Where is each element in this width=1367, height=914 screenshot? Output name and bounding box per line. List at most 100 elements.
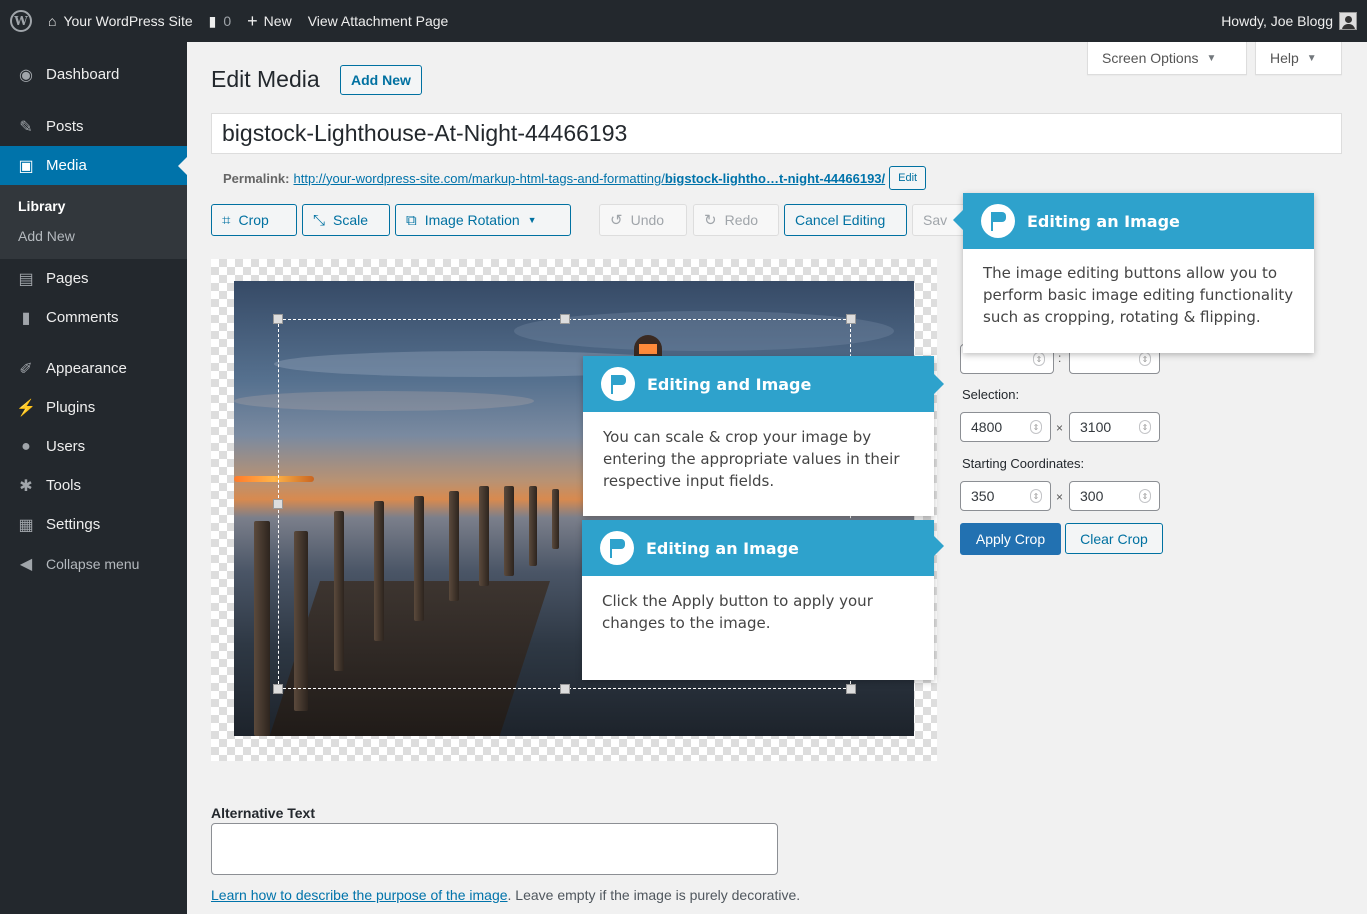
sidebar-item-label: Media <box>46 157 87 174</box>
pier-post <box>254 521 270 736</box>
redo-icon: ↻ <box>704 212 717 229</box>
alt-text-help: Learn how to describe the purpose of the… <box>211 887 800 903</box>
crop-handle[interactable] <box>273 684 283 694</box>
aspect-separator: : <box>1058 351 1062 365</box>
starting-coordinates-label: Starting Coordinates: <box>962 456 1085 471</box>
alt-text-help-link[interactable]: Learn how to describe the purpose of the… <box>211 887 508 903</box>
sidebar-item-label: Posts <box>46 118 84 135</box>
tour-pointer-editing-buttons: Editing an Image The image editing butto… <box>953 193 1314 353</box>
sidebar-item-tools[interactable]: ✱ Tools <box>0 466 187 505</box>
comments-link[interactable]: ▮ 0 <box>201 0 240 42</box>
crop-handle[interactable] <box>273 499 283 509</box>
pointer-arrow <box>953 210 963 230</box>
apply-crop-button[interactable]: Apply Crop <box>960 523 1061 555</box>
home-icon: ⌂ <box>48 13 57 29</box>
crop-handle[interactable] <box>846 314 856 324</box>
selection-width-input[interactable]: 4800 ⇕ <box>960 412 1051 442</box>
page-title: Edit Media <box>211 66 320 92</box>
pointer-title: Editing an Image <box>646 538 799 558</box>
comment-bubble-icon: ▮ <box>208 12 217 29</box>
pointer-arrow <box>934 536 944 556</box>
coordinate-y-input[interactable]: 300 ⇕ <box>1069 481 1160 511</box>
sidebar-item-posts[interactable]: ✎ Posts <box>0 107 187 146</box>
submenu-item-add-new[interactable]: Add New <box>0 221 187 251</box>
wrench-icon: ✱ <box>19 477 33 495</box>
spinner-icon: ⇕ <box>1139 352 1151 366</box>
help-button[interactable]: Help ▼ <box>1255 42 1342 75</box>
sidebar-item-label: Pages <box>46 270 89 287</box>
alt-text-input[interactable] <box>211 823 778 875</box>
coordinate-x-input[interactable]: 350 ⇕ <box>960 481 1051 511</box>
sidebar-item-comments[interactable]: ▮ Comments <box>0 298 187 337</box>
permalink-link[interactable]: http://your-wordpress-site.com/markup-ht… <box>293 171 885 186</box>
pointer-body: Click the Apply button to apply your cha… <box>602 592 873 632</box>
crop-handle[interactable] <box>846 684 856 694</box>
sidebar-item-media[interactable]: ▣ Media <box>0 146 187 185</box>
sidebar-item-label: Plugins <box>46 399 96 416</box>
pointer-title: Editing an Image <box>1027 211 1180 231</box>
permalink-row: Permalink: http://your-wordpress-site.co… <box>223 166 927 190</box>
add-new-button[interactable]: Add New <box>340 65 422 95</box>
main-content: Screen Options ▼ Help ▼ Edit Media Add N… <box>187 42 1367 914</box>
coordinate-y-value: 300 <box>1080 488 1104 504</box>
sidebar-item-label: Comments <box>46 309 119 326</box>
plus-icon: + <box>247 10 258 31</box>
sidebar-item-plugins[interactable]: ⚡ Plugins <box>0 388 187 427</box>
media-icon: ▣ <box>18 157 34 175</box>
sidebar-item-dashboard[interactable]: ◉ Dashboard <box>0 55 187 94</box>
howdy-label: Howdy, Joe Blogg <box>1221 13 1333 29</box>
collapse-menu-button[interactable]: ◀ Collapse menu <box>0 544 187 583</box>
crop-icon: ⌗ <box>222 211 231 229</box>
selection-height-value: 3100 <box>1080 419 1112 435</box>
crop-handle[interactable] <box>560 684 570 694</box>
site-name-label: Your WordPress Site <box>63 13 193 29</box>
image-rotation-button[interactable]: ⧉ Image Rotation ▼ <box>395 204 571 236</box>
cancel-editing-button[interactable]: Cancel Editing <box>784 204 907 236</box>
comments-count: 0 <box>223 13 232 29</box>
new-content-menu[interactable]: + New <box>239 0 300 42</box>
wordpress-logo-menu[interactable]: W <box>0 0 40 42</box>
title-input[interactable]: bigstock-Lighthouse-At-Night-44466193 <box>211 113 1342 154</box>
screen-options-button[interactable]: Screen Options ▼ <box>1087 42 1247 75</box>
sidebar-item-settings[interactable]: ▦ Settings <box>0 505 187 544</box>
times-separator: × <box>1056 421 1064 435</box>
comment-icon: ▮ <box>21 309 31 327</box>
scale-button[interactable]: ⤡ Scale <box>302 204 390 236</box>
clear-crop-button[interactable]: Clear Crop <box>1065 523 1163 554</box>
scale-label: Scale <box>333 212 369 228</box>
view-attachment-link[interactable]: View Attachment Page <box>300 0 457 42</box>
sidebar-item-label: Dashboard <box>46 66 120 83</box>
help-label: Help <box>1270 50 1299 66</box>
sidebar-item-users[interactable]: ● Users <box>0 427 187 466</box>
site-name-link[interactable]: ⌂ Your WordPress Site <box>40 0 201 42</box>
new-label: New <box>263 13 292 29</box>
submenu-item-library[interactable]: Library <box>0 191 187 221</box>
undo-button[interactable]: ↺ Undo <box>599 204 687 236</box>
account-menu[interactable]: Howdy, Joe Blogg <box>1213 0 1367 42</box>
crop-handle[interactable] <box>273 314 283 324</box>
permalink-label: Permalink: <box>223 170 290 186</box>
caret-down-icon: ▼ <box>1306 52 1317 64</box>
permalink-slug: bigstock-lightho…t-night-44466193/ <box>664 170 886 186</box>
tour-pointer-scale-crop: Editing and Image You can scale & crop y… <box>583 356 944 516</box>
scale-icon: ⤡ <box>313 211 326 229</box>
selection-label: Selection: <box>962 387 1020 402</box>
rotate-icon: ⧉ <box>406 211 417 229</box>
redo-button[interactable]: ↻ Redo <box>693 204 779 236</box>
collapse-icon: ◀ <box>19 555 33 573</box>
selection-width-value: 4800 <box>971 419 1003 435</box>
selection-height-input[interactable]: 3100 ⇕ <box>1069 412 1160 442</box>
crop-label: Crop <box>238 212 269 228</box>
sidebar-item-pages[interactable]: ▤ Pages <box>0 259 187 298</box>
spinner-icon: ⇕ <box>1030 420 1042 434</box>
sidebar-item-appearance[interactable]: ✐ Appearance <box>0 349 187 388</box>
permalink-edit-button[interactable]: Edit <box>889 166 927 190</box>
caret-down-icon: ▼ <box>527 215 537 225</box>
plug-icon: ⚡ <box>16 399 36 417</box>
alt-text-help-rest: . Leave empty if the image is purely dec… <box>507 887 801 903</box>
crop-button[interactable]: ⌗ Crop <box>211 204 297 236</box>
undo-label: Undo <box>630 212 665 228</box>
crop-handle[interactable] <box>560 314 570 324</box>
alt-text-label: Alternative Text <box>211 805 315 821</box>
sidebar-item-label: Settings <box>46 516 101 533</box>
